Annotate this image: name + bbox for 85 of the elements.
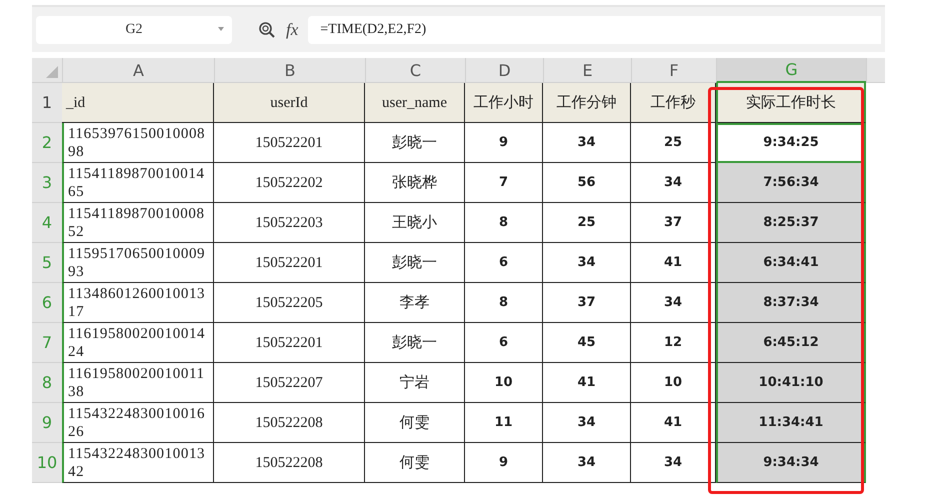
table-cell: 7:56:34: [716, 163, 866, 203]
table-cell: 150522201: [214, 243, 365, 283]
table-cell: 41: [631, 243, 716, 283]
column-title: 工作小时: [465, 83, 543, 123]
table-cell: 34: [543, 243, 631, 283]
table-cell: 41: [631, 403, 716, 443]
table-cell: 彭晓一: [365, 123, 465, 163]
table-cell: 1134860126001001317: [62, 283, 214, 323]
table-cell: 8: [465, 203, 543, 243]
column-header[interactable]: [866, 58, 885, 83]
table-cell: 1154118987001000852: [62, 203, 214, 243]
table-cell: 150522208: [214, 403, 365, 443]
table-cell: 6:45:12: [716, 323, 866, 363]
column-header[interactable]: F: [631, 58, 716, 83]
table-cell: 6: [465, 323, 543, 363]
table-cell: 王晓小: [365, 203, 465, 243]
table-cell: 56: [543, 163, 631, 203]
table-cell: 1159517065001000993: [62, 243, 214, 283]
table-cell: 6:34:41: [716, 243, 866, 283]
table-cell: 8:37:34: [716, 283, 866, 323]
triangle-icon[interactable]: [46, 66, 58, 78]
table-cell: 150522207: [214, 363, 365, 403]
table-cell: 1154118987001001465: [62, 163, 214, 203]
table-cell: 34: [631, 163, 716, 203]
table-cell: 37: [631, 203, 716, 243]
name-box[interactable]: G2: [36, 16, 232, 44]
table-cell: 12: [631, 323, 716, 363]
table-cell: 1165397615001000898: [62, 123, 214, 163]
table-cell: 150522201: [214, 323, 365, 363]
table-cell: 10: [631, 363, 716, 403]
table-cell: 45: [543, 323, 631, 363]
table-cell: 34: [543, 403, 631, 443]
table-cell: 李孝: [365, 283, 465, 323]
column-title: user_name: [365, 83, 465, 123]
column-header[interactable]: E: [543, 58, 631, 83]
table-cell: 9: [465, 443, 543, 483]
table-cell: 41: [543, 363, 631, 403]
table-cell: 1161958002001001138: [62, 363, 214, 403]
table-cell: 彭晓一: [365, 243, 465, 283]
function-label[interactable]: fx: [286, 20, 298, 40]
column-title: userId: [214, 83, 365, 123]
table-cell: 150522201: [214, 123, 365, 163]
column-header[interactable]: B: [214, 58, 365, 83]
table-cell: 34: [631, 283, 716, 323]
table-cell: 8: [465, 283, 543, 323]
table-cell: 1154322483001001626: [62, 403, 214, 443]
table-cell: 何雯: [365, 403, 465, 443]
column-title: _id: [62, 83, 214, 123]
caret-icon[interactable]: [218, 26, 224, 30]
table-cell: 25: [631, 123, 716, 163]
column-header[interactable]: A: [62, 58, 214, 83]
table-cell: 9:34:25: [716, 123, 866, 163]
table-cell: 150522202: [214, 163, 365, 203]
table-cell: 10:41:10: [716, 363, 866, 403]
table-cell: 10: [465, 363, 543, 403]
table-cell: 34: [543, 443, 631, 483]
table-cell: 8:25:37: [716, 203, 866, 243]
zoom-icon[interactable]: [258, 20, 276, 38]
table-cell: 34: [543, 123, 631, 163]
table-cell: 6: [465, 243, 543, 283]
table-cell: 9: [465, 123, 543, 163]
table-cell: 25: [543, 203, 631, 243]
column-title: 工作秒: [631, 83, 716, 123]
row-number[interactable]: 1: [32, 83, 62, 123]
column-title: 实际工作时长: [716, 83, 866, 123]
table-cell: 34: [631, 443, 716, 483]
column-header[interactable]: C: [365, 58, 465, 83]
select-all-corner[interactable]: [32, 58, 62, 83]
table-cell: 彭晓一: [365, 323, 465, 363]
table-cell: 150522208: [214, 443, 365, 483]
table-cell: 37: [543, 283, 631, 323]
table-cell: 150522205: [214, 283, 365, 323]
table-cell: 9:34:34: [716, 443, 866, 483]
table-cell: 1154322483001001342: [62, 443, 214, 483]
table-cell: 1161958002001001424: [62, 323, 214, 363]
table-cell: 张晓桦: [365, 163, 465, 203]
table-cell: 150522203: [214, 203, 365, 243]
column-title: 工作分钟: [543, 83, 631, 123]
table-cell: 7: [465, 163, 543, 203]
column-header[interactable]: D: [465, 58, 543, 83]
table-cell: 宁岩: [365, 363, 465, 403]
formula-field[interactable]: =TIME(D2,E2,F2): [308, 16, 881, 44]
table-cell: 11:34:41: [716, 403, 866, 443]
table-cell: 何雯: [365, 443, 465, 483]
table-cell: 11: [465, 403, 543, 443]
